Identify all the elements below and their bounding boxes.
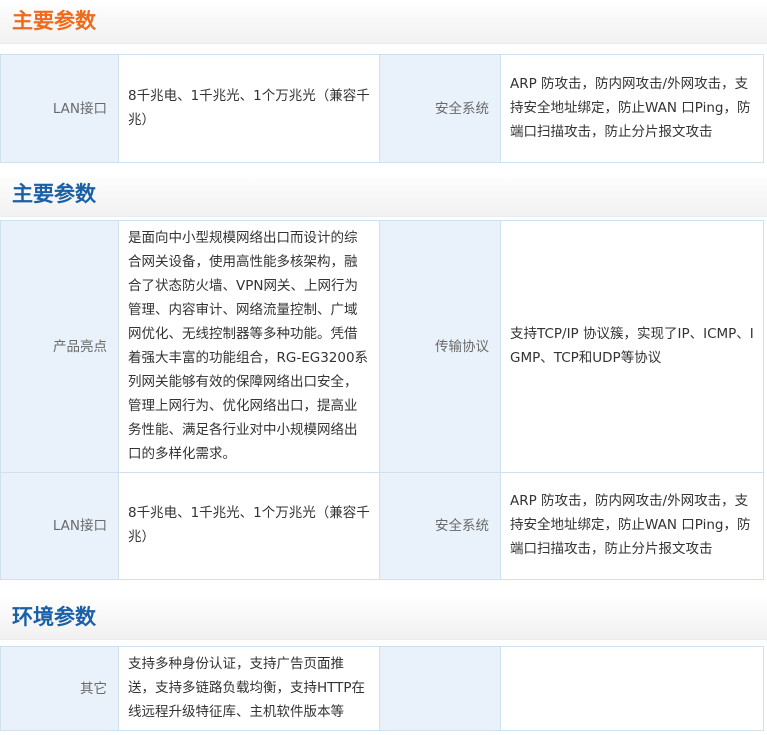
- row-value-other: 支持多种身份认证，支持广告页面推送，支持多链路负载均衡，支持HTTP在线远程升级…: [118, 646, 380, 731]
- table-row: LAN接口 8千兆电、1千兆光、1个万兆光（兼容千兆） 安全系统 ARP 防攻击…: [0, 472, 764, 580]
- spec-table: 其它 支持多种身份认证，支持广告页面推送，支持多链路负载均衡，支持HTTP在线远…: [0, 646, 764, 731]
- section-title-main-params: 主要参数: [12, 9, 96, 33]
- row-label-security: 安全系统: [379, 472, 501, 580]
- row-label-lan-port: LAN接口: [0, 54, 119, 163]
- row-value-protocol: 支持TCP/IP 协议簇，实现了IP、ICMP、IGMP、TCP和UDP等协议: [500, 220, 764, 473]
- row-label-empty: [379, 646, 501, 731]
- row-value-security: ARP 防攻击，防内网攻击/外网攻击，支持安全地址绑定，防止WAN 口Ping，…: [500, 54, 764, 163]
- spec-table: 产品亮点 是面向中小型规模网络出口而设计的综合网关设备，使用高性能多核架构，融合…: [0, 220, 764, 580]
- spec-page: 主要参数 LAN接口 8千兆电、1千兆光、1个万兆光（兼容千兆） 安全系统 AR…: [0, 0, 767, 731]
- row-label-highlights: 产品亮点: [0, 220, 119, 473]
- row-label-protocol: 传输协议: [379, 220, 501, 473]
- row-label-lan-port: LAN接口: [0, 472, 119, 580]
- row-value-lan-port: 8千兆电、1千兆光、1个万兆光（兼容千兆）: [118, 54, 380, 163]
- row-value-empty: [500, 646, 764, 731]
- section-header: 环境参数: [0, 596, 767, 640]
- table-row: 其它 支持多种身份认证，支持广告页面推送，支持多链路负载均衡，支持HTTP在线远…: [0, 646, 764, 731]
- spec-table: LAN接口 8千兆电、1千兆光、1个万兆光（兼容千兆） 安全系统 ARP 防攻击…: [0, 54, 764, 163]
- section-title-env-params: 环境参数: [12, 605, 96, 629]
- section-header: 主要参数: [0, 173, 767, 217]
- row-value-security: ARP 防攻击，防内网攻击/外网攻击，支持安全地址绑定，防止WAN 口Ping，…: [500, 472, 764, 580]
- section-title-main-params: 主要参数: [12, 182, 96, 206]
- section-header: 主要参数: [0, 0, 767, 44]
- row-label-security: 安全系统: [379, 54, 501, 163]
- row-value-highlights: 是面向中小型规模网络出口而设计的综合网关设备，使用高性能多核架构，融合了状态防火…: [118, 220, 380, 473]
- row-value-lan-port: 8千兆电、1千兆光、1个万兆光（兼容千兆）: [118, 472, 380, 580]
- row-label-other: 其它: [0, 646, 119, 731]
- table-row: 产品亮点 是面向中小型规模网络出口而设计的综合网关设备，使用高性能多核架构，融合…: [0, 220, 764, 473]
- table-row: LAN接口 8千兆电、1千兆光、1个万兆光（兼容千兆） 安全系统 ARP 防攻击…: [0, 54, 764, 163]
